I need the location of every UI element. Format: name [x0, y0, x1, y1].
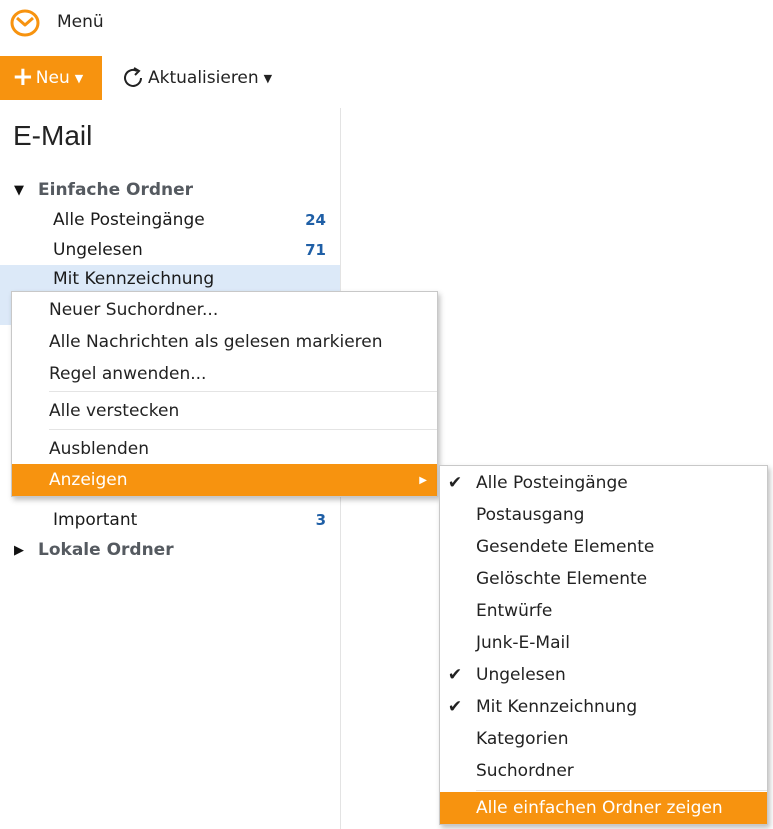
menu-item-hide[interactable]: Ausblenden [12, 433, 437, 465]
plus-icon: + [12, 62, 34, 92]
chevron-down-icon: ▼ [74, 71, 84, 85]
checkmark-icon: ✔ [447, 665, 463, 685]
submenu-item-label: Postausgang [476, 505, 585, 525]
app-logo-icon[interactable] [10, 9, 40, 37]
refresh-button[interactable]: Aktualisieren ▼ [122, 56, 272, 100]
checkmark-icon: ✔ [447, 697, 463, 717]
submenu-item-label: Suchordner [476, 761, 574, 781]
checkmark-icon: ✔ [447, 473, 463, 493]
menu-item-mark-all-read[interactable]: Alle Nachrichten als gelesen markieren [12, 326, 437, 358]
toolbar: + Neu ▼ Aktualisieren ▼ [0, 56, 773, 100]
submenu-item-label: Kategorien [476, 729, 569, 749]
folder-label: Ungelesen [53, 240, 143, 260]
refresh-button-label: Aktualisieren [148, 68, 259, 88]
folder-item-unread[interactable]: Ungelesen 71 [0, 235, 340, 265]
folder-label: Alle Posteingänge [53, 210, 205, 230]
submenu-item-unread[interactable]: ✔ Ungelesen [440, 659, 767, 691]
submenu-item-drafts[interactable]: Entwürfe [440, 595, 767, 627]
show-submenu: ✔ Alle Posteingänge Postausgang Gesendet… [439, 465, 768, 825]
submenu-item-show-all-simple-folders[interactable]: Alle einfachen Ordner zeigen [440, 792, 767, 824]
submenu-item-junk[interactable]: Junk-E-Mail [440, 627, 767, 659]
group-local-folders[interactable]: ▶ Lokale Ordner [0, 535, 340, 565]
folder-label: Important [53, 510, 138, 530]
menu-item-hide-all[interactable]: Alle verstecken [12, 395, 437, 427]
menu-item-label: Alle verstecken [49, 401, 180, 421]
new-button[interactable]: + Neu ▼ [0, 56, 102, 100]
submenu-item-outbox[interactable]: Postausgang [440, 499, 767, 531]
submenu-item-label: Junk-E-Mail [476, 633, 570, 653]
refresh-icon [124, 67, 142, 87]
folder-label: Mit Kennzeichnung [53, 269, 215, 289]
unread-count: 24 [305, 211, 326, 229]
submenu-item-label: Alle Posteingänge [476, 473, 628, 493]
top-bar: Menü [0, 0, 773, 46]
menu-item-show[interactable]: Anzeigen ▶ [12, 464, 437, 496]
expand-down-icon[interactable]: ▼ [14, 183, 28, 198]
context-menu: Neuer Suchordner... Alle Nachrichten als… [11, 291, 438, 497]
menu-item-label: Anzeigen [49, 470, 128, 490]
submenu-item-all-inboxes[interactable]: ✔ Alle Posteingänge [440, 467, 767, 499]
unread-count: 71 [305, 241, 326, 259]
new-button-label: Neu [35, 68, 70, 88]
group-label: Lokale Ordner [38, 540, 174, 560]
menu-item-label: Neuer Suchordner... [49, 300, 219, 320]
submenu-item-label: Entwürfe [476, 601, 553, 621]
expand-right-icon[interactable]: ▶ [14, 543, 28, 558]
chevron-down-icon: ▼ [263, 71, 273, 85]
submenu-item-label: Ungelesen [476, 665, 566, 685]
menu-item-label: Alle Nachrichten als gelesen markieren [49, 332, 383, 352]
submenu-item-label: Mit Kennzeichnung [476, 697, 638, 717]
menu-item-label: Regel anwenden... [49, 364, 207, 384]
submenu-item-categories[interactable]: Kategorien [440, 723, 767, 755]
submenu-item-label: Gesendete Elemente [476, 537, 655, 557]
submenu-item-label: Alle einfachen Ordner zeigen [476, 798, 723, 818]
submenu-item-sent[interactable]: Gesendete Elemente [440, 531, 767, 563]
menu-separator [49, 429, 437, 430]
folder-item-all-inboxes[interactable]: Alle Posteingänge 24 [0, 205, 340, 235]
menu-separator [476, 790, 767, 791]
group-simple-folders[interactable]: ▼ Einfache Ordner [0, 175, 340, 205]
submenu-item-deleted[interactable]: Gelöschte Elemente [440, 563, 767, 595]
group-label: Einfache Ordner [38, 180, 194, 200]
menu-item-apply-rule[interactable]: Regel anwenden... [12, 358, 437, 390]
submenu-item-label: Gelöschte Elemente [476, 569, 648, 589]
submenu-arrow-icon: ▶ [419, 474, 427, 486]
submenu-item-search-folders[interactable]: Suchordner [440, 755, 767, 787]
menu-item-label: Ausblenden [49, 439, 150, 459]
submenu-item-flagged[interactable]: ✔ Mit Kennzeichnung [440, 691, 767, 723]
folder-item-important[interactable]: Important 3 [0, 505, 340, 535]
menu-separator [49, 391, 437, 392]
menu-button[interactable]: Menü [57, 12, 104, 32]
menu-item-new-search-folder[interactable]: Neuer Suchordner... [12, 294, 437, 326]
page-title: E-Mail [13, 120, 93, 151]
unread-count: 3 [315, 511, 326, 529]
